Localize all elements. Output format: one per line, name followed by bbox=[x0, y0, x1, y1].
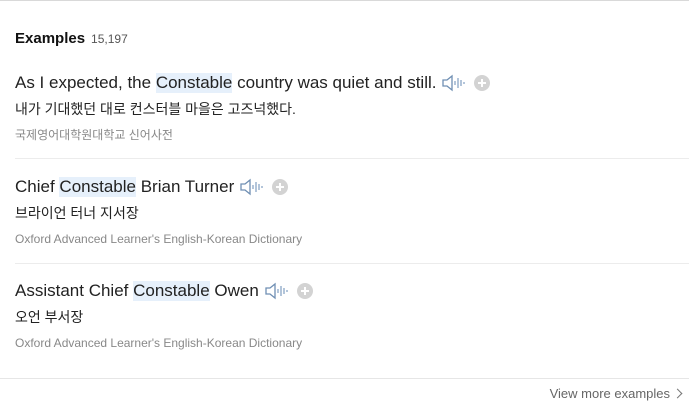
highlighted-term: Constable bbox=[133, 281, 210, 301]
add-icon[interactable] bbox=[474, 75, 491, 91]
example-source: Oxford Advanced Learner's English-Korean… bbox=[15, 336, 303, 350]
sentence-text: Chief bbox=[15, 177, 60, 196]
sentence-text: Owen bbox=[209, 281, 259, 300]
example-translation: 브라이언 터너 지서장 bbox=[15, 205, 139, 221]
divider bbox=[15, 158, 689, 159]
add-icon[interactable] bbox=[272, 179, 289, 195]
example-item: Assistant Chief Constable Owen 오언 부서장 Ox… bbox=[15, 279, 689, 351]
footer-divider bbox=[0, 378, 689, 379]
example-item: Chief Constable Brian Turner 브라이언 터너 지서장… bbox=[15, 175, 689, 247]
example-source: 국제영어대학원대학교 신어사전 bbox=[15, 128, 173, 142]
divider bbox=[15, 263, 689, 264]
example-sentence: Chief Constable Brian Turner bbox=[15, 175, 689, 199]
example-sentence: As I expected, the Constable country was… bbox=[15, 71, 689, 95]
example-translation: 오언 부서장 bbox=[15, 309, 84, 325]
example-translation: 내가 기대했던 대로 컨스터블 마을은 고즈넉했다. bbox=[15, 101, 296, 117]
sentence-text: As I expected, the bbox=[15, 73, 156, 92]
view-more-label: View more examples bbox=[549, 386, 670, 401]
chevron-right-icon bbox=[672, 388, 683, 399]
sentence-text: Assistant Chief bbox=[15, 281, 134, 300]
view-more-examples-link[interactable]: View more examples bbox=[549, 386, 683, 401]
examples-count: 15,197 bbox=[91, 32, 128, 46]
add-icon[interactable] bbox=[296, 283, 313, 299]
example-source: Oxford Advanced Learner's English-Korean… bbox=[15, 232, 303, 246]
top-divider bbox=[0, 0, 689, 1]
highlighted-term: Constable bbox=[155, 73, 233, 93]
example-item: As I expected, the Constable country was… bbox=[15, 71, 689, 143]
examples-header: Examples 15,197 bbox=[15, 30, 128, 47]
example-sentence: Assistant Chief Constable Owen bbox=[15, 279, 689, 303]
speaker-icon[interactable] bbox=[442, 74, 466, 92]
examples-title: Examples bbox=[15, 30, 86, 47]
highlighted-term: Constable bbox=[59, 177, 136, 197]
sentence-text: Brian Turner bbox=[135, 177, 235, 196]
speaker-icon[interactable] bbox=[265, 282, 289, 300]
speaker-icon[interactable] bbox=[240, 178, 264, 196]
sentence-text: country was quiet and still. bbox=[232, 73, 437, 92]
